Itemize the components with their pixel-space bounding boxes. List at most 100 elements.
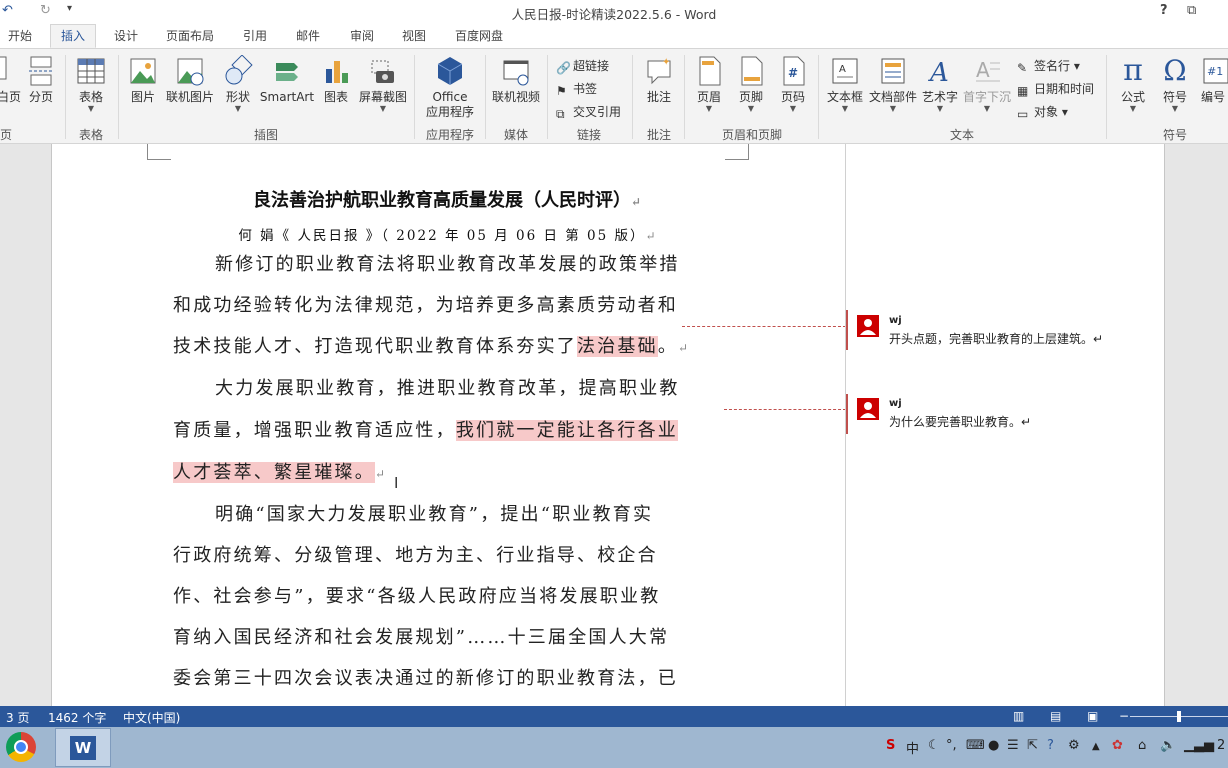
punctuation-icon[interactable]: °, <box>946 738 957 753</box>
page-break-button[interactable]: 分页 <box>24 55 58 105</box>
share-icon[interactable]: ⇱ <box>1027 738 1038 753</box>
screenshot-icon <box>371 60 394 83</box>
tab-layout[interactable]: 页面布局 <box>166 28 214 48</box>
ribbon-separator <box>485 55 486 139</box>
ribbon-separator <box>818 55 819 139</box>
network-icon[interactable]: ⌂ <box>1138 738 1146 753</box>
hyperlink-icon: 🔗 <box>556 61 571 75</box>
page-number-button[interactable]: # 页码 ▼ <box>776 55 810 113</box>
paragraph-line[interactable]: 大力发展职业教育，推进职业教育改革，提高职业教 <box>173 374 680 404</box>
paragraph-line[interactable]: 育纳入国民经济和社会发展规划”……十三届全国人大常 <box>173 623 669 653</box>
paragraph-line[interactable]: 作、社会参与”，要求“各级人民政府应当将发展职业教 <box>173 582 660 612</box>
picture-button[interactable]: 图片 <box>126 55 160 105</box>
comment-text[interactable]: 开头点题，完善职业教育的上层建筑。↵ <box>889 330 1103 347</box>
hyperlink-button[interactable]: 🔗 超链接 <box>556 57 609 75</box>
office-apps-button[interactable]: Office 应用程序 <box>420 55 480 120</box>
word-taskbar-button[interactable]: W <box>55 728 111 767</box>
help-button[interactable]: ? <box>1160 3 1168 18</box>
tab-review[interactable]: 审阅 <box>350 28 374 48</box>
document-area[interactable]: 良法善治护航职业教育高质量发展（人民时评）↵ 何 娟《 人民日报 》（ 2022… <box>0 144 1228 706</box>
footer-button[interactable]: 页脚 ▼ <box>734 55 768 113</box>
moon-icon[interactable]: ☾ <box>928 738 940 753</box>
tray-expand-icon[interactable]: ▲ <box>1092 741 1100 752</box>
online-video-button[interactable]: 联机视频 <box>490 55 542 105</box>
paragraph-line[interactable]: 人才荟萃、繁星璀璨。↵ <box>173 458 385 488</box>
svg-text:A: A <box>839 64 846 75</box>
signal-icon[interactable]: ▁▃▅ <box>1184 738 1214 753</box>
signature-line-button[interactable]: ✎ 签名行 ▾ <box>1017 57 1080 75</box>
settings-icon[interactable]: ⚙ <box>1068 738 1080 753</box>
paragraph-line[interactable]: 和成功经验转化为法律规范，为培养更多高素质劳动者和 <box>173 291 678 321</box>
zoom-out-icon[interactable]: − <box>1119 709 1129 723</box>
tab-home[interactable]: 开始 <box>8 28 32 48</box>
screenshot-button[interactable]: 屏幕截图 ▼ <box>356 55 410 113</box>
user-icon[interactable]: ● <box>988 738 999 753</box>
textbox-button[interactable]: A 文本框 ▼ <box>824 55 866 113</box>
chrome-icon[interactable] <box>6 732 36 762</box>
object-button[interactable]: ▭ 对象 ▾ <box>1017 103 1068 121</box>
restore-ribbon-icon[interactable]: ⧉ <box>1187 3 1196 18</box>
table-button[interactable]: 表格 ▼ <box>74 55 108 113</box>
paragraph-line[interactable]: 新修订的职业教育法将职业教育改革发展的政策举措 <box>173 250 680 280</box>
article-title[interactable]: 良法善治护航职业教育高质量发展（人民时评）↵ <box>212 186 682 212</box>
cross-reference-button[interactable]: ⧉ 交叉引用 <box>556 103 621 121</box>
online-picture-button[interactable]: 联机图片 <box>164 55 216 105</box>
security-icon[interactable]: ✿ <box>1112 738 1123 753</box>
tab-baidu-netdisk[interactable]: 百度网盘 <box>455 28 503 48</box>
quick-parts-button[interactable]: 文档部件 ▼ <box>868 55 918 113</box>
new-comment-button[interactable]: ✦ 批注 <box>642 55 676 105</box>
keyboard-icon[interactable]: ⌨ <box>966 738 985 753</box>
paragraph-line[interactable]: 技术技能人才、打造现代职业教育体系夯实了法治基础。↵ <box>173 332 688 362</box>
blank-page-icon <box>0 56 7 80</box>
sogou-ime-icon[interactable]: S <box>886 738 895 753</box>
paragraph-line[interactable]: 明确“国家大力发展职业教育”，提出“职业教育实 <box>173 500 653 530</box>
title-bar: ↶ ↻ ▾ 人民日报-时论精读2022.5.6 - Word ? ⧉ <box>0 0 1228 24</box>
ime-mode[interactable]: 中 <box>906 738 919 757</box>
chart-button[interactable]: 图表 <box>320 55 352 105</box>
paragraph-line[interactable]: 育质量，增强职业教育适应性，我们就一定能让各行各业 <box>173 416 679 446</box>
tab-view[interactable]: 视图 <box>402 28 426 48</box>
clock[interactable]: 2 <box>1217 738 1225 753</box>
dropcap-button[interactable]: A 首字下沉 ▼ <box>962 55 1012 113</box>
bookmark-button[interactable]: ⚑ 书签 <box>556 80 597 98</box>
shapes-button[interactable]: 形状 ▼ <box>222 55 254 113</box>
paragraph-line[interactable]: 委会第三十四次会议表决通过的新修订的职业教育法，已 <box>173 664 678 694</box>
zoom-slider-thumb[interactable] <box>1177 711 1181 722</box>
tab-insert[interactable]: 插入 <box>50 24 97 48</box>
date-time-button[interactable]: ▦ 日期和时间 <box>1017 80 1094 98</box>
chevron-down-icon: ▼ <box>747 104 755 113</box>
article-byline[interactable]: 何 娟《 人民日报 》（ 2022 年 05 月 06 日 第 05 版）↵ <box>222 224 672 244</box>
tab-references[interactable]: 引用 <box>243 28 267 48</box>
word-count[interactable]: 1462 个字 <box>48 709 106 726</box>
comment-text[interactable]: 为什么要完善职业教育。↵ <box>889 413 1031 430</box>
commented-text-2-cont[interactable]: 人才荟萃、繁星璀璨。 <box>173 462 375 483</box>
tab-design[interactable]: 设计 <box>114 28 138 48</box>
web-layout-icon[interactable]: ▣ <box>1087 709 1098 723</box>
commented-text-1[interactable]: 法治基础 <box>577 336 658 357</box>
chevron-down-icon: ▼ <box>841 104 849 113</box>
page-count[interactable]: 3 页 <box>6 709 29 726</box>
tab-mailings[interactable]: 邮件 <box>296 28 320 48</box>
equation-button[interactable]: π 公式 ▼ <box>1114 55 1152 113</box>
chevron-down-icon: ▼ <box>1171 104 1179 113</box>
text-cursor-icon: I <box>394 474 399 492</box>
commented-text-2[interactable]: 我们就一定能让各行各业 <box>455 420 679 441</box>
print-layout-icon[interactable]: ▤ <box>1050 709 1061 723</box>
volume-icon[interactable]: 🔈 <box>1160 738 1176 753</box>
comment-connector <box>724 409 846 410</box>
paragraph-line[interactable]: 行政府统筹、分级管理、地方为主、行业指导、校企合 <box>173 541 658 571</box>
blank-page-button[interactable]: 白页 <box>0 55 22 105</box>
document-page[interactable]: 良法善治护航职业教育高质量发展（人民时评）↵ 何 娟《 人民日报 》（ 2022… <box>51 144 1165 706</box>
symbol-button[interactable]: Ω 符号 ▼ <box>1156 55 1194 113</box>
header-button[interactable]: 页眉 ▼ <box>692 55 726 113</box>
wordart-button[interactable]: A 艺术字 ▼ <box>920 55 960 113</box>
chevron-down-icon: ▼ <box>983 104 991 113</box>
language-indicator[interactable]: 中文(中国) <box>123 709 180 726</box>
smartart-button[interactable]: SmartArt <box>258 55 316 105</box>
taskbar: W S 中 ☾ °, ⌨ ● ☰ ⇱ ? ⚙ ▲ ✿ ⌂ 🔈 ▁▃▅ 2 <box>0 727 1228 768</box>
read-mode-icon[interactable]: ▥ <box>1013 709 1024 723</box>
numbering-button[interactable]: #1 编号 <box>1198 55 1228 105</box>
menu-icon[interactable]: ☰ <box>1007 738 1019 753</box>
help-circle-icon[interactable]: ? <box>1047 738 1054 753</box>
chevron-down-icon: ▼ <box>936 104 944 113</box>
